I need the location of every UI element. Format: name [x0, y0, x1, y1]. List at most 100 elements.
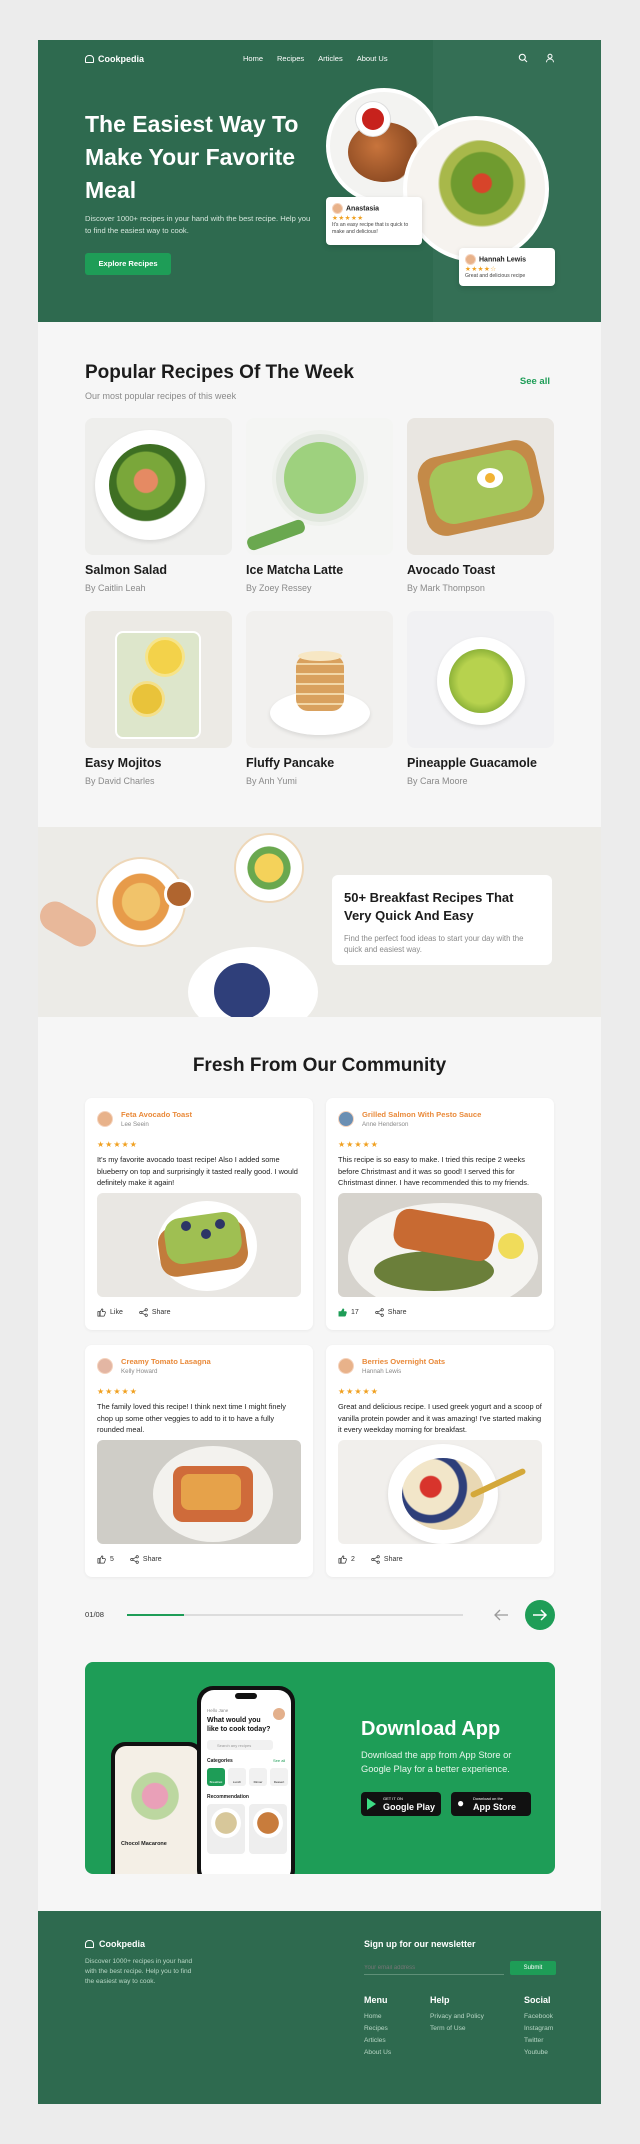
recipe-author: By David Charles: [85, 776, 155, 786]
share-button[interactable]: Share: [371, 1555, 403, 1564]
recipe-card[interactable]: Ice Matcha Latte By Zoey Ressey: [246, 418, 393, 593]
like-count: 2: [351, 1556, 355, 1563]
chef-hat-icon: [85, 55, 94, 63]
download-app-section: Chocol Macarone Hello Jane What would yo…: [85, 1662, 555, 1874]
phone-categories: Categories: [207, 1758, 233, 1764]
like-button[interactable]: 2: [338, 1555, 355, 1564]
menu-title: Menu: [364, 1995, 388, 2005]
explore-recipes-button[interactable]: Explore Recipes: [85, 253, 171, 275]
recipe-author: By Caitlin Leah: [85, 583, 146, 593]
social-title: Social: [524, 1995, 551, 2005]
share-label: Share: [383, 1556, 403, 1563]
footer-link-facebook[interactable]: Facebook: [524, 2011, 553, 2023]
like-button[interactable]: Like: [97, 1308, 123, 1317]
brand-logo[interactable]: Cookpedia: [85, 54, 144, 64]
community-post[interactable]: Creamy Tomato Lasagna Kelly Howard ★★★★★ …: [85, 1345, 313, 1577]
like-count: Like: [110, 1309, 123, 1316]
newsletter-email-input[interactable]: [364, 1961, 504, 1975]
recipe-card[interactable]: Pineapple Guacamole By Cara Moore: [407, 611, 554, 786]
google-play-small: GET IT ON: [383, 1796, 403, 1801]
footer-link-instagram[interactable]: Instagram: [524, 2023, 553, 2035]
recipe-card[interactable]: Salmon Salad By Caitlin Leah: [85, 418, 232, 593]
phone-question: What would you like to cook today?: [207, 1717, 271, 1733]
like-button[interactable]: 17: [338, 1308, 359, 1317]
footer-brand[interactable]: Cookpedia: [85, 1939, 145, 1949]
see-all-link[interactable]: See all: [520, 376, 550, 387]
page-frame: Cookpedia Home Recipes Articles About Us…: [38, 40, 601, 2104]
like-button[interactable]: 5: [97, 1555, 114, 1564]
avatar: [97, 1111, 113, 1127]
brand-name: Cookpedia: [98, 54, 145, 64]
post-text: This recipe is so easy to make. I tried …: [338, 1155, 530, 1187]
share-button[interactable]: Share: [130, 1555, 162, 1564]
nav-link-articles[interactable]: Articles: [318, 54, 343, 63]
share-button[interactable]: Share: [139, 1308, 171, 1317]
search-icon[interactable]: [518, 53, 528, 63]
post-recipe-title[interactable]: Feta Avocado Toast: [121, 1110, 192, 1119]
footer-link-articles[interactable]: Articles: [364, 2035, 386, 2047]
arrow-right-icon: [533, 1609, 548, 1621]
recipe-title: Easy Mojitos: [85, 756, 162, 770]
post-user: Lee Seein: [121, 1121, 149, 1128]
breakfast-card[interactable]: 50+ Breakfast Recipes That Very Quick An…: [332, 875, 552, 965]
share-button[interactable]: Share: [375, 1308, 406, 1317]
footer-link-youtube[interactable]: Youtube: [524, 2047, 548, 2059]
community-post[interactable]: Feta Avocado Toast Lee Seein ★★★★★ It's m…: [85, 1098, 313, 1330]
recipe-title: Fluffy Pancake: [246, 756, 335, 770]
post-photo: [338, 1440, 542, 1544]
phone-search: Search any recipes: [207, 1740, 273, 1750]
footer-link-terms[interactable]: Term of Use: [430, 2023, 466, 2035]
breakfast-subtitle: Find the perfect food ideas to start you…: [344, 934, 524, 954]
phone-recommendation: Recommendation: [207, 1794, 249, 1800]
user-icon[interactable]: [545, 53, 555, 63]
google-play-button[interactable]: GET IT ON Google Play: [361, 1792, 441, 1816]
download-title: Download App: [361, 1718, 501, 1740]
post-text: Great and delicious recipe. I used greek…: [338, 1402, 542, 1434]
nav-link-about[interactable]: About Us: [357, 54, 388, 63]
footer-link-twitter[interactable]: Twitter: [524, 2035, 543, 2047]
hero-subtitle: Discover 1000+ recipes in your hand with…: [85, 214, 311, 235]
recipe-card[interactable]: Easy Mojitos By David Charles: [85, 611, 232, 786]
recipe-author: By Mark Thompson: [407, 583, 485, 593]
avatar: [338, 1111, 354, 1127]
recipe-title: Pineapple Guacamole: [407, 756, 537, 770]
nav-link-home[interactable]: Home: [243, 54, 263, 63]
share-label: Share: [151, 1309, 171, 1316]
page-indicator: 01/08: [85, 1610, 105, 1619]
next-button[interactable]: [525, 1600, 555, 1630]
post-user: Hannah Lewis: [362, 1368, 402, 1375]
newsletter-submit-button[interactable]: Submit: [510, 1961, 556, 1975]
recipe-card[interactable]: Fluffy Pancake By Anh Yumi: [246, 611, 393, 786]
recipe-image-fluffy-pancake: [246, 611, 393, 748]
review-card-anastasia: Anastasia ★★★★★ It's an easy recipe that…: [326, 197, 422, 245]
popular-title: Popular Recipes Of The Week: [85, 362, 354, 383]
recipe-image-pineapple-guacamole: [407, 611, 554, 748]
share-icon: [371, 1555, 380, 1564]
post-recipe-title[interactable]: Grilled Salmon With Pesto Sauce: [362, 1110, 481, 1119]
phone-cat-dinner: Dinner: [249, 1768, 267, 1786]
footer-link-recipes[interactable]: Recipes: [364, 2023, 388, 2035]
post-recipe-title[interactable]: Creamy Tomato Lasagna: [121, 1357, 211, 1366]
recipe-card[interactable]: Avocado Toast By Mark Thompson: [407, 418, 554, 593]
review-text: It's an easy recipe that is quick to mak…: [332, 222, 409, 235]
footer-link-about[interactable]: About Us: [364, 2047, 391, 2059]
post-photo: [338, 1193, 542, 1297]
phone-see-all: See all: [273, 1758, 286, 1763]
rating-stars: ★★★★★: [97, 1140, 138, 1149]
community-post[interactable]: Berries Overnight Oats Hannah Lewis ★★★★★…: [326, 1345, 554, 1577]
phone-front: Hello Jane What would you like to cook t…: [197, 1686, 295, 1874]
footer-link-home[interactable]: Home: [364, 2011, 382, 2023]
community-post[interactable]: Grilled Salmon With Pesto Sauce Anne Hend…: [326, 1098, 554, 1330]
arrow-left-icon[interactable]: [493, 1608, 509, 1622]
share-label: Share: [142, 1556, 162, 1563]
breakfast-title: 50+ Breakfast Recipes That Very Quick An…: [344, 890, 514, 923]
nav-link-recipes[interactable]: Recipes: [277, 54, 304, 63]
app-store-button[interactable]: ● Download on the App Store: [451, 1792, 531, 1816]
rating-stars: ★★★★★: [332, 215, 364, 222]
footer-link-privacy[interactable]: Privacy and Policy: [430, 2011, 484, 2023]
post-text: It's my favorite avocado toast recipe! A…: [97, 1155, 298, 1187]
newsletter-title: Sign up for our newsletter: [364, 1939, 476, 1949]
reviewer-name: Hannah Lewis: [479, 256, 527, 264]
post-recipe-title[interactable]: Berries Overnight Oats: [362, 1357, 445, 1366]
thumbs-up-icon: [338, 1555, 347, 1564]
